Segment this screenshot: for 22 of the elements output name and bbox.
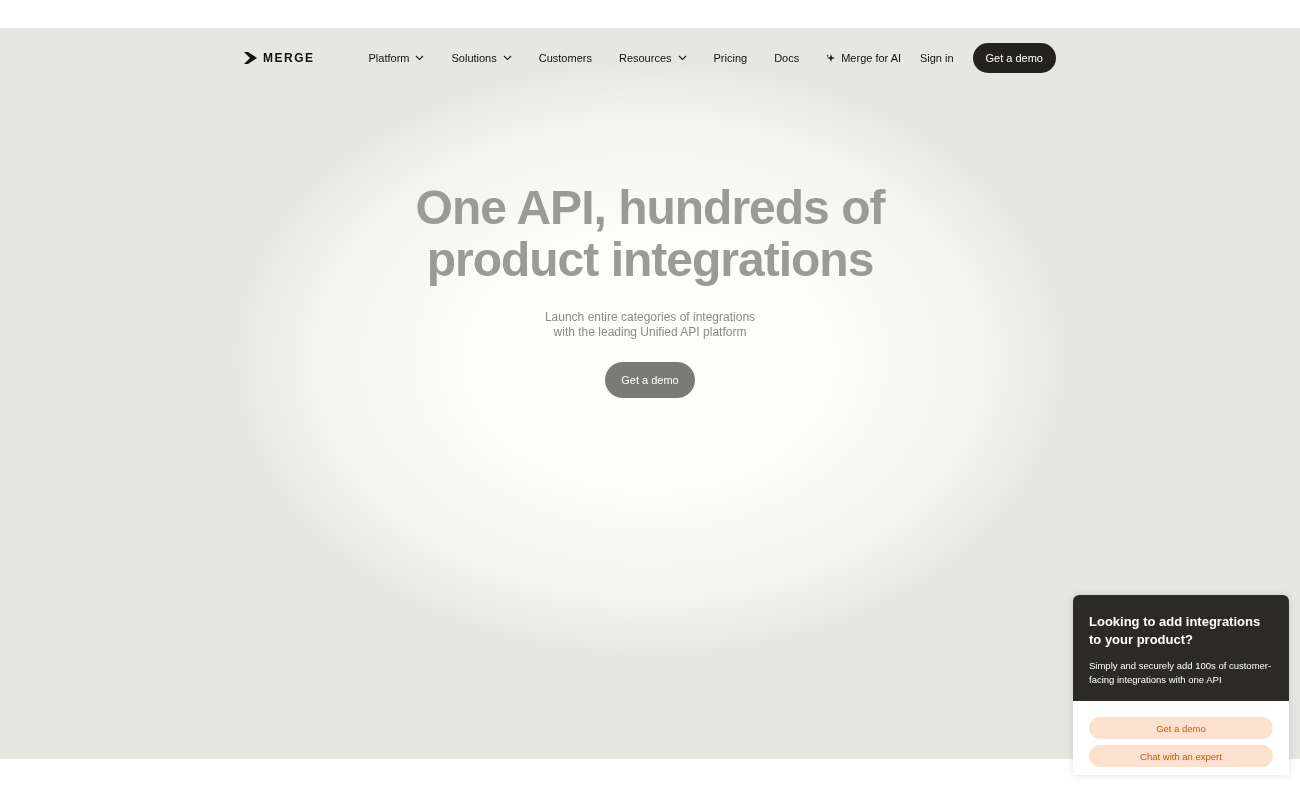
nav-link[interactable]: Platform: [368, 52, 425, 64]
popup-text: Simply and securely add 100s of customer-facing integrations with one API: [1089, 659, 1273, 687]
hero-demo-button[interactable]: Get a demo: [605, 362, 695, 398]
hero-title: One API, hundreds of product integrations: [414, 182, 887, 286]
merge-logo[interactable]: MERGE: [244, 51, 315, 65]
chevron-down-icon: [502, 55, 512, 61]
hero-subtitle: Launch entire categories of integrations with the leading Unified API platform: [543, 310, 757, 340]
nav-link[interactable]: Merge for AI: [826, 52, 902, 64]
nav-link[interactable]: Solutions: [451, 52, 512, 64]
nav-link[interactable]: Pricing: [713, 52, 748, 64]
popup-title: Looking to add integrations to your product?: [1089, 613, 1262, 649]
chevron-down-icon: [677, 55, 687, 61]
nav-link[interactable]: Docs: [774, 52, 800, 64]
nav-link[interactable]: Resources: [618, 52, 687, 64]
get-demo-button[interactable]: Get a demo: [972, 43, 1056, 73]
sign-in-link[interactable]: Sign in: [919, 52, 954, 64]
chevron-down-icon: [415, 55, 425, 61]
popup-button[interactable]: Chat with an expert: [1089, 745, 1273, 767]
sparkle-icon: [826, 53, 836, 63]
logo-icon: [244, 52, 257, 64]
nav-link[interactable]: Customers: [538, 52, 592, 64]
popup-button[interactable]: Get a demo: [1089, 717, 1273, 739]
